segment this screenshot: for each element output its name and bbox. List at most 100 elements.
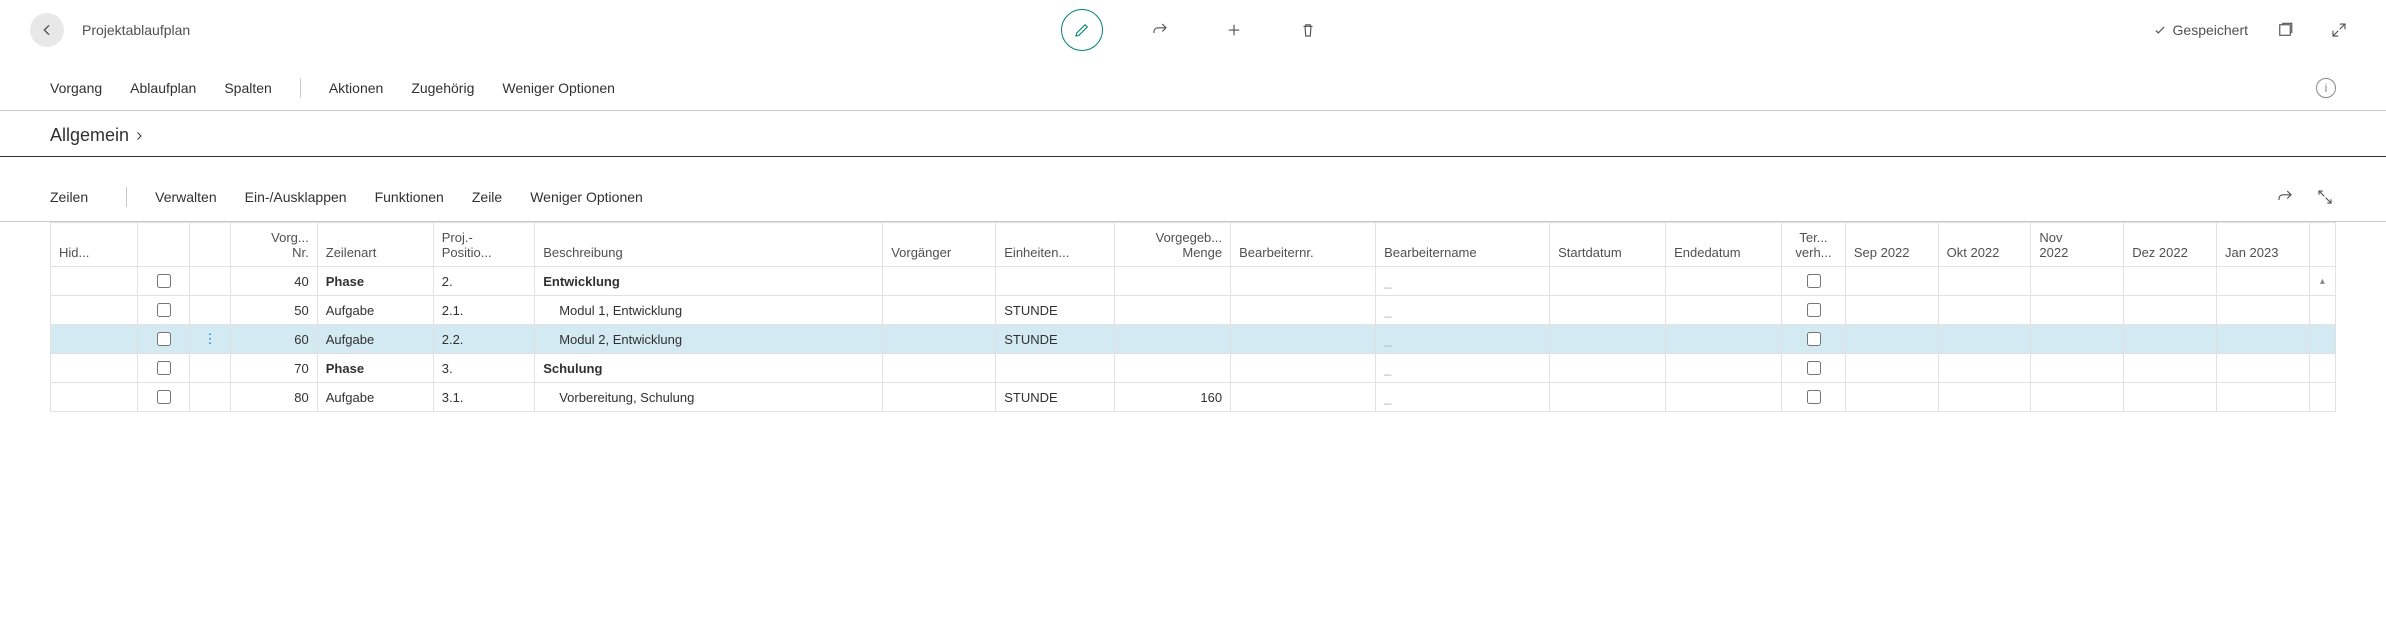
cell-startdatum[interactable] xyxy=(1550,383,1666,412)
col-hid[interactable]: Hid... xyxy=(51,223,138,267)
edit-button[interactable] xyxy=(1061,9,1103,51)
cell-projpos[interactable]: 3.1. xyxy=(433,383,534,412)
lines-zeile[interactable]: Zeile xyxy=(472,189,502,205)
row-menu[interactable] xyxy=(190,354,231,383)
cell-menge[interactable] xyxy=(1115,296,1231,325)
col-menge[interactable]: Vorgegeb...Menge xyxy=(1115,223,1231,267)
row-checkbox[interactable] xyxy=(157,361,171,375)
cell-gantt-dez[interactable] xyxy=(2124,383,2217,412)
row-menu[interactable] xyxy=(190,296,231,325)
row-checkbox[interactable] xyxy=(157,303,171,317)
cell-checkbox[interactable] xyxy=(137,383,189,412)
row-menu[interactable]: ⋮ xyxy=(190,325,231,354)
cell-gantt-okt[interactable] xyxy=(1938,325,2031,354)
collapse-button[interactable] xyxy=(2322,13,2356,47)
col-zeilenart[interactable]: Zeilenart xyxy=(317,223,433,267)
cell-terverh[interactable] xyxy=(1782,325,1846,354)
cell-hid[interactable] xyxy=(51,383,138,412)
menu-vorgang[interactable]: Vorgang xyxy=(50,80,102,96)
cell-gantt-dez[interactable] xyxy=(2124,354,2217,383)
cell-einheit[interactable] xyxy=(996,354,1115,383)
table-row[interactable]: 80Aufgabe3.1.Vorbereitung, SchulungSTUND… xyxy=(51,383,2336,412)
cell-menge[interactable]: 160 xyxy=(1115,383,1231,412)
terverh-checkbox[interactable] xyxy=(1807,390,1821,404)
cell-vorgaenger[interactable] xyxy=(883,325,996,354)
cell-bearbeiternr[interactable] xyxy=(1231,325,1376,354)
lines-verwalten[interactable]: Verwalten xyxy=(155,189,216,205)
pop-out-button[interactable] xyxy=(2268,13,2302,47)
cell-checkbox[interactable] xyxy=(137,296,189,325)
cell-terverh[interactable] xyxy=(1782,267,1846,296)
row-checkbox[interactable] xyxy=(157,332,171,346)
cell-vorg-nr[interactable]: 50 xyxy=(230,296,317,325)
col-vorg-nr[interactable]: Vorg...Nr. xyxy=(230,223,317,267)
table-row[interactable]: 50Aufgabe2.1.Modul 1, EntwicklungSTUNDE_ xyxy=(51,296,2336,325)
cell-gantt-jan[interactable] xyxy=(2216,325,2309,354)
cell-gantt-jan[interactable] xyxy=(2216,267,2309,296)
col-jan2023[interactable]: Jan 2023 xyxy=(2216,223,2309,267)
cell-endedatum[interactable] xyxy=(1666,296,1782,325)
cell-beschreibung[interactable]: Modul 2, Entwicklung xyxy=(535,325,883,354)
cell-endedatum[interactable] xyxy=(1666,325,1782,354)
cell-gantt-sep[interactable] xyxy=(1845,296,1938,325)
cell-bearbeitername[interactable]: _ xyxy=(1376,383,1550,412)
cell-vorg-nr[interactable]: 80 xyxy=(230,383,317,412)
cell-zeilenart[interactable]: Phase xyxy=(317,354,433,383)
col-terverh[interactable]: Ter...verh... xyxy=(1782,223,1846,267)
cell-zeilenart[interactable]: Aufgabe xyxy=(317,296,433,325)
cell-bearbeitername[interactable]: _ xyxy=(1376,354,1550,383)
cell-vorgaenger[interactable] xyxy=(883,383,996,412)
cell-checkbox[interactable] xyxy=(137,267,189,296)
back-button[interactable] xyxy=(30,13,64,47)
cell-terverh[interactable] xyxy=(1782,296,1846,325)
menu-zugehoerig[interactable]: Zugehörig xyxy=(411,80,474,96)
cell-gantt-nov[interactable] xyxy=(2031,325,2124,354)
col-startdatum[interactable]: Startdatum xyxy=(1550,223,1666,267)
cell-hid[interactable] xyxy=(51,267,138,296)
cell-hid[interactable] xyxy=(51,325,138,354)
cell-checkbox[interactable] xyxy=(137,354,189,383)
cell-beschreibung[interactable]: Modul 1, Entwicklung xyxy=(535,296,883,325)
cell-startdatum[interactable] xyxy=(1550,267,1666,296)
cell-gantt-okt[interactable] xyxy=(1938,296,2031,325)
table-row[interactable]: 40Phase2.Entwicklung_▴ xyxy=(51,267,2336,296)
cell-projpos[interactable]: 2. xyxy=(433,267,534,296)
cell-gantt-okt[interactable] xyxy=(1938,383,2031,412)
cell-bearbeitername[interactable]: _ xyxy=(1376,267,1550,296)
cell-endedatum[interactable] xyxy=(1666,354,1782,383)
col-okt2022[interactable]: Okt 2022 xyxy=(1938,223,2031,267)
cell-gantt-dez[interactable] xyxy=(2124,267,2217,296)
col-vorgaenger[interactable]: Vorgänger xyxy=(883,223,996,267)
info-icon[interactable]: i xyxy=(2316,78,2336,98)
cell-bearbeiternr[interactable] xyxy=(1231,267,1376,296)
cell-vorg-nr[interactable]: 60 xyxy=(230,325,317,354)
cell-zeilenart[interactable]: Aufgabe xyxy=(317,383,433,412)
cell-bearbeiternr[interactable] xyxy=(1231,296,1376,325)
cell-checkbox[interactable] xyxy=(137,325,189,354)
cell-bearbeiternr[interactable] xyxy=(1231,354,1376,383)
lines-einausklappen[interactable]: Ein-/Ausklappen xyxy=(245,189,347,205)
cell-einheit[interactable]: STUNDE xyxy=(996,383,1115,412)
menu-spalten[interactable]: Spalten xyxy=(224,80,271,96)
terverh-checkbox[interactable] xyxy=(1807,274,1821,288)
cell-vorg-nr[interactable]: 70 xyxy=(230,354,317,383)
terverh-checkbox[interactable] xyxy=(1807,361,1821,375)
cell-einheit[interactable]: STUNDE xyxy=(996,325,1115,354)
cell-zeilenart[interactable]: Phase xyxy=(317,267,433,296)
row-checkbox[interactable] xyxy=(157,274,171,288)
col-projpos[interactable]: Proj.-Positio... xyxy=(433,223,534,267)
cell-menge[interactable] xyxy=(1115,267,1231,296)
lines-funktionen[interactable]: Funktionen xyxy=(375,189,444,205)
cell-menge[interactable] xyxy=(1115,354,1231,383)
cell-projpos[interactable]: 2.2. xyxy=(433,325,534,354)
col-bearbeiternr[interactable]: Bearbeiternr. xyxy=(1231,223,1376,267)
col-nov2022[interactable]: Nov2022 xyxy=(2031,223,2124,267)
col-bearbeitername[interactable]: Bearbeitername xyxy=(1376,223,1550,267)
cell-zeilenart[interactable]: Aufgabe xyxy=(317,325,433,354)
cell-vorg-nr[interactable]: 40 xyxy=(230,267,317,296)
cell-hid[interactable] xyxy=(51,354,138,383)
cell-vorgaenger[interactable] xyxy=(883,354,996,383)
cell-einheit[interactable]: STUNDE xyxy=(996,296,1115,325)
cell-gantt-jan[interactable] xyxy=(2216,354,2309,383)
cell-bearbeiternr[interactable] xyxy=(1231,383,1376,412)
